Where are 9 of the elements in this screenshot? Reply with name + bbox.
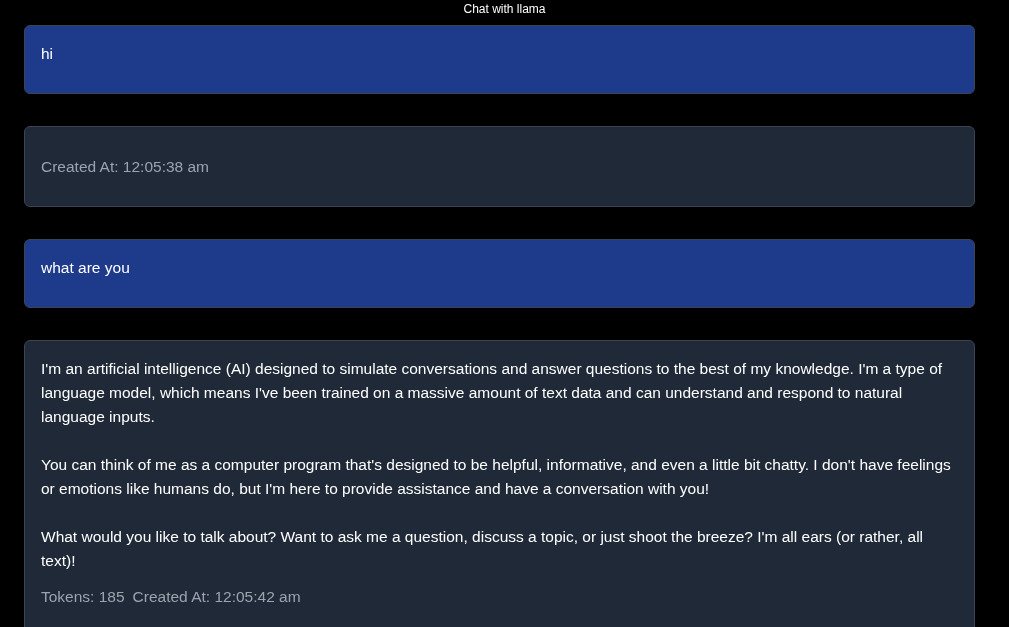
message-text: hi — [41, 44, 55, 64]
token-count: Tokens: 185 — [41, 587, 125, 607]
message-text: what are you — [41, 258, 131, 278]
timestamp: Created At: 12:05:42 am — [132, 587, 301, 607]
timestamp: Created At: 12:05:38 am — [41, 157, 210, 177]
message-text: You can think of me as a computer program that's designed to be helpful, informative, and even a little bit chatty. I don't have feelings or emotions like humans do, but I'm here to provide assistance and have a conversation with you! — [41, 455, 952, 499]
message-text: What would you like to talk about? Want to ask me a question, discuss a topic, or just shoot the breeze? I'm all ears (or rather, all text)! — [41, 527, 925, 571]
message-text: I'm an artificial intelligence (AI) designed to simulate conversations and answer questions to the best of my knowledge. I'm a type of language model, which means I've been trained on a massive amount of text data and can understand and respond to natural language inputs. — [41, 359, 944, 427]
chat-title: Chat with llama — [463, 2, 546, 16]
